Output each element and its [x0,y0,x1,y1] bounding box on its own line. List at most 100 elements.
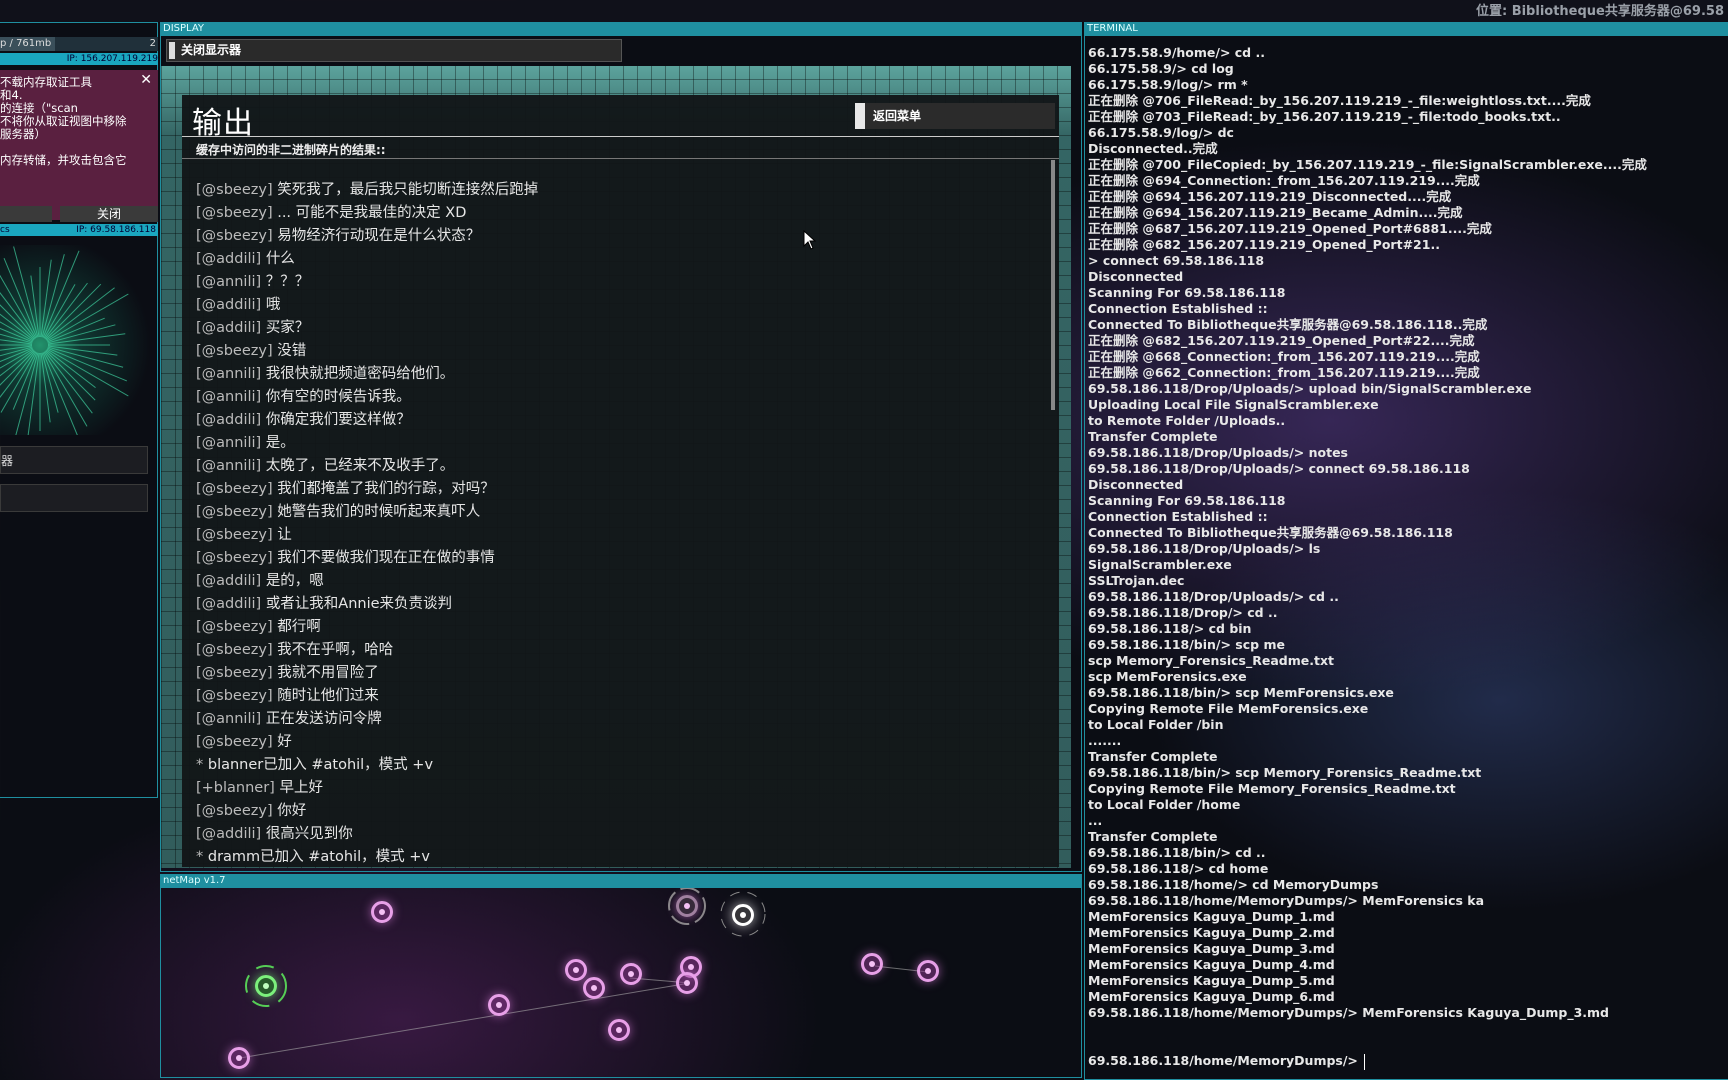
terminal-line: 69.58.186.118/Drop/Uploads/> ls [1088,541,1321,556]
burst-ray [46,348,129,397]
chat-nick: [@sbeezy] [196,665,278,681]
burst-ray [41,254,65,338]
chat-message: [@annili] 你有空的时候告诉我。 [196,386,1036,409]
terminal-line: 69.58.186.118/bin/> scp Memory_Forensics… [1088,765,1482,780]
terminal-line: 66.175.58.9/log/> rm * [1088,77,1248,92]
network-node[interactable] [861,953,883,975]
burst-ray [13,352,39,444]
location-label: 位置: Bibliotheque共享服务器@69.58 [1475,4,1724,19]
network-node[interactable] [228,1047,250,1069]
terminal-line: Disconnected [1088,477,1184,492]
network-node[interactable] [917,960,939,982]
chat-message: [@sbeezy] 让 [196,524,1036,547]
chat-nick: [@sbeezy] [196,343,278,359]
mouse-cursor-icon [803,230,817,250]
terminal-line: 69.58.186.118/home/> cd MemoryDumps [1088,877,1379,892]
chat-text: 什么 [265,251,295,267]
top-bar [0,0,1728,22]
chat-text: 我们都掩盖了我们的行踪，对吗？ [277,481,495,497]
terminal-line: 正在删除 @662_Connection:_from_156.207.119.2… [1088,365,1480,380]
network-node[interactable] [608,1019,630,1041]
close-icon[interactable]: ✕ [140,72,152,88]
chat-message: [@annili] 我很快就把频道密码给他们。 [196,363,1036,386]
chat-log: [@sbeezy] 笑死我了，最后我只能切断连接然后跑掉 [@sbeezy] ..… [196,179,1036,869]
chat-message: [@sbeezy] 你好 [196,800,1036,823]
chat-text: 笑死我了，最后我只能切断连接然后跑掉 [277,182,539,198]
terminal-line: 69.58.186.118/> cd home [1088,861,1269,876]
terminal-line: Copying Remote File MemForensics.exe [1088,701,1369,716]
network-node[interactable] [676,895,698,917]
chat-text: 让 [277,527,292,543]
ram-bar: p / 761mb 2 [0,37,158,51]
chat-text: 正在发送访问令牌 [265,711,382,727]
left-box-2[interactable] [0,484,148,512]
terminal-line: Disconnected [1088,269,1184,284]
burst-ray [47,333,126,345]
chat-nick: [@addili] [196,596,266,612]
chat-nick: [@sbeezy] [196,642,278,658]
ram-label: p / 761mb [0,38,52,49]
chat-scrollbar[interactable] [1051,160,1055,410]
terminal-line: Transfer Complete [1088,749,1218,764]
terminal-line: Uploading Local File SignalScrambler.exe [1088,397,1379,412]
burst-ray [27,352,40,439]
left-box-1[interactable]: 器 [0,446,148,474]
network-node[interactable] [371,901,393,923]
process-count: 2 [149,38,156,49]
visualizer-graphic [0,245,155,444]
terminal-line: MemForensics Kaguya_Dump_1.md [1088,909,1335,924]
starburst-icon [0,246,129,444]
burst-ray [13,246,39,338]
chat-text: 好 [277,734,292,750]
network-node-current[interactable] [732,904,754,926]
player-home-node[interactable] [255,975,277,997]
chat-text: 你确定我们要这样做？ [265,412,411,428]
terminal-line: 69.58.186.118/> cd bin [1088,621,1252,636]
chat-text: 你好 [277,803,307,819]
terminal-line: Scanning For 69.58.186.118 [1088,285,1286,300]
back-to-menu-button[interactable]: 返回菜单 [855,103,1055,129]
network-node[interactable] [620,963,642,985]
chat-text: 我很快就把频道密码给他们。 [265,366,455,382]
chat-nick: [@sbeezy] [196,550,278,566]
chat-nick: [@sbeezy] [196,688,278,704]
chat-message: [@sbeezy] 都行啊 [196,616,1036,639]
network-node[interactable] [583,977,605,999]
chat-message: [@sbeezy] 我就不用冒险了 [196,662,1036,685]
text-caret [1363,1053,1365,1070]
chat-text: 你有空的时候告诉我。 [265,389,411,405]
chat-nick: [@sbeezy] [196,205,278,221]
chat-nick: [@addili] [196,826,266,842]
terminal-line: MemForensics Kaguya_Dump_3.md [1088,941,1335,956]
chat-text: 没错 [277,343,307,359]
notice-close-button[interactable]: 关闭 [60,206,158,222]
terminal-input[interactable]: 69.58.186.118/home/MemoryDumps/> [1088,1053,1365,1070]
burst-ray [46,293,129,342]
notice-button-blank[interactable] [0,206,52,222]
burst-ray [46,287,115,341]
chat-nick: [@sbeezy] [196,734,278,750]
notification-panel: ✕ 不载内存取证工具 和4. 的连接（"scan 不将你从取证视图中移除 服务器） 内存转… [0,70,158,222]
network-node[interactable] [488,994,510,1016]
network-node[interactable] [565,959,587,981]
terminal-line: Copying Remote File Memory_Forensics_Rea… [1088,781,1456,796]
chat-message: [@sbeezy] 我不在乎啊，哈哈 [196,639,1036,662]
ip-label-top: IP: 156.207.119.219 [66,54,158,64]
notification-line: 服务器） [0,127,46,141]
terminal-line: 66.175.58.9/log/> dc [1088,125,1234,140]
chat-message: * dramm已加入 #atohil，模式 +v [196,846,1036,869]
chat-message: [@addili] 是的，嗯 [196,570,1036,593]
chat-message: [@annili] 正在发送访问令牌 [196,708,1036,731]
terminal-line: ... [1088,813,1103,828]
close-display-button[interactable]: 关闭显示器 [166,39,622,62]
terminal-line: Transfer Complete [1088,829,1218,844]
chat-message: [@sbeezy] 笑死我了，最后我只能切断连接然后跑掉 [196,179,1036,202]
results-subtitle: 缓存中访问的非二进制碎片的结果:: [196,143,386,157]
chat-text: 哦 [265,297,281,313]
chat-nick: [@annili] [196,366,266,382]
terminal-line: MemForensics Kaguya_Dump_4.md [1088,957,1335,972]
chat-message: [@addili] 或者让我和Annie来负责谈判 [196,593,1036,616]
terminal-line: 66.175.58.9/home/> cd .. [1088,45,1265,60]
chat-nick: [@annili] [196,711,266,727]
network-node[interactable] [676,972,698,994]
